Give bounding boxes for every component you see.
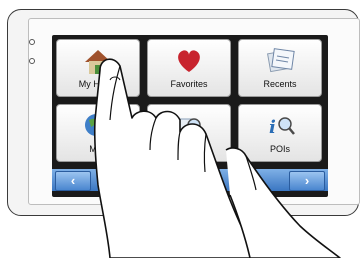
hand-illustration: [93, 58, 341, 258]
